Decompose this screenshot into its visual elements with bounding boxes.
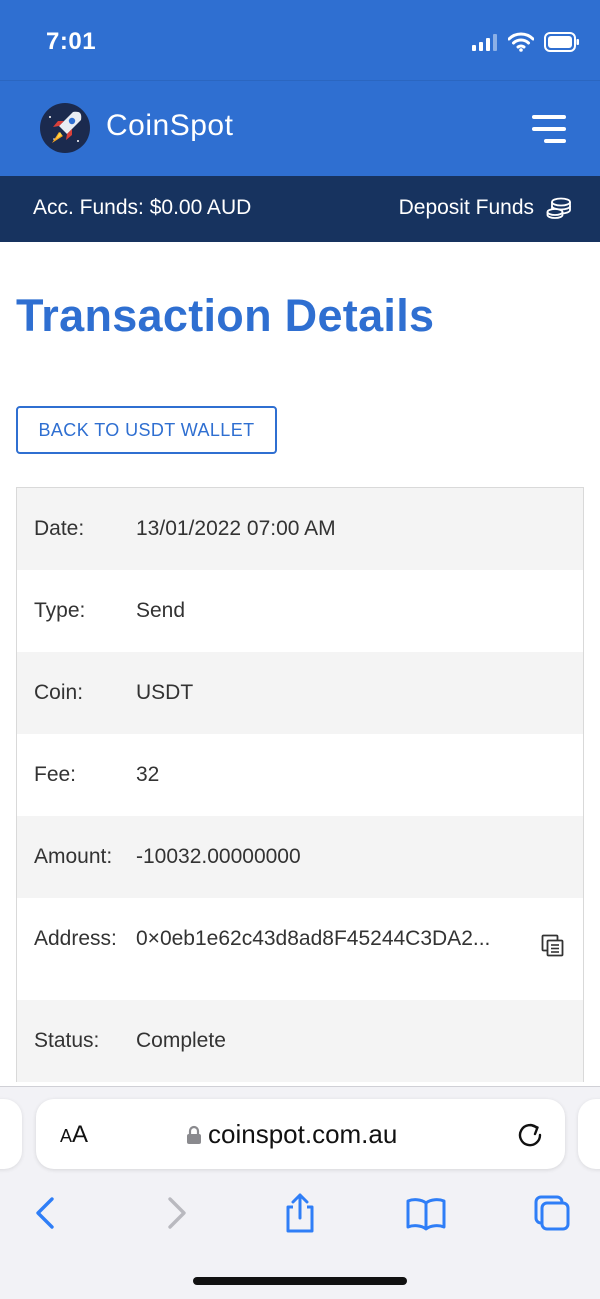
- tabs-icon[interactable]: [530, 1191, 574, 1235]
- page-title: Transaction Details: [16, 290, 435, 341]
- detail-label: Date:: [34, 517, 85, 540]
- battery-icon: [544, 32, 579, 52]
- detail-label: Status:: [34, 1029, 100, 1052]
- detail-label: Amount:: [34, 845, 113, 868]
- deposit-funds-link[interactable]: Deposit Funds: [399, 196, 572, 220]
- reload-icon[interactable]: [515, 1119, 545, 1149]
- detail-row-coin: Coin: USDT: [17, 652, 583, 734]
- app-header: CoinSpot: [0, 80, 600, 176]
- cellular-signal-icon: [472, 34, 497, 51]
- browser-toolbar: AA coinspot.com.au: [0, 1086, 600, 1299]
- url-text: coinspot.com.au: [208, 1119, 398, 1149]
- detail-value: 13/01/2022 07:00 AM: [136, 517, 336, 540]
- hamburger-menu-icon[interactable]: [530, 115, 566, 145]
- home-indicator[interactable]: [193, 1277, 407, 1285]
- status-bar: 7:01: [0, 0, 600, 80]
- detail-value: -10032.00000000: [136, 845, 301, 868]
- detail-label: Type:: [34, 599, 86, 622]
- lock-icon: [187, 1125, 201, 1144]
- bookmarks-icon[interactable]: [404, 1191, 448, 1235]
- address-value[interactable]: 0×0eb1e62c43d8ad8F45244C3DA2...: [136, 927, 490, 951]
- share-icon[interactable]: [278, 1191, 322, 1235]
- detail-row-address: Address: 0×0eb1e62c43d8ad8F45244C3DA2...: [17, 898, 583, 1000]
- next-tab-preview[interactable]: [578, 1099, 600, 1169]
- transaction-details-table: Date: 13/01/2022 07:00 AM Type: Send Coi…: [16, 487, 584, 1082]
- detail-row-amount: Amount: -10032.00000000: [17, 816, 583, 898]
- back-to-wallet-button[interactable]: BACK TO USDT WALLET: [16, 406, 277, 454]
- detail-value: Send: [136, 599, 186, 622]
- funds-bar: Acc. Funds: $0.00 AUD Deposit Funds: [0, 176, 600, 242]
- detail-row-fee: Fee: 32: [17, 734, 583, 816]
- detail-value: Complete: [136, 1029, 226, 1052]
- detail-label: Fee:: [34, 763, 77, 786]
- url-display[interactable]: coinspot.com.au: [186, 1119, 426, 1150]
- brand-name[interactable]: CoinSpot: [106, 109, 233, 143]
- detail-value: 32: [136, 763, 160, 786]
- text-size-button[interactable]: AA: [60, 1121, 88, 1149]
- status-icons: [472, 32, 580, 52]
- coins-stack-icon: [546, 197, 571, 219]
- wifi-icon: [508, 32, 534, 52]
- back-arrow-icon[interactable]: [24, 1191, 68, 1235]
- detail-label: Coin:: [34, 681, 84, 704]
- previous-tab-preview[interactable]: [0, 1099, 22, 1169]
- rocket-logo-icon[interactable]: [40, 103, 90, 153]
- detail-value: USDT: [136, 681, 194, 704]
- forward-arrow-icon[interactable]: [154, 1191, 198, 1235]
- detail-row-type: Type: Send: [17, 570, 583, 652]
- detail-label: Address:: [34, 927, 117, 950]
- copy-icon[interactable]: [541, 934, 565, 958]
- deposit-funds-label: Deposit Funds: [398, 196, 534, 219]
- status-time: 7:01: [46, 28, 97, 55]
- account-funds: Acc. Funds: $0.00 AUD: [33, 196, 252, 219]
- detail-row-date: Date: 13/01/2022 07:00 AM: [17, 488, 583, 570]
- detail-row-status: Status: Complete: [17, 1000, 583, 1082]
- address-bar[interactable]: AA coinspot.com.au: [36, 1099, 565, 1169]
